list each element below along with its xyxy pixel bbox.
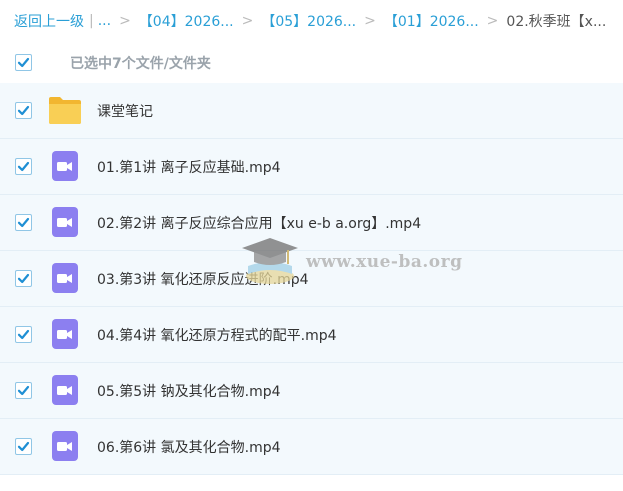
checkmark-icon — [17, 105, 30, 116]
row-checkbox[interactable] — [15, 438, 32, 455]
checkmark-icon — [17, 57, 30, 68]
chevron-right-icon: > — [364, 13, 376, 29]
checkmark-icon — [17, 217, 30, 228]
breadcrumb: 返回上一级 | ... > 【04】2026... > 【05】2026... … — [0, 0, 623, 42]
file-name[interactable]: 06.第6讲 氯及其化合物.mp4 — [97, 437, 281, 457]
checkmark-icon — [17, 385, 30, 396]
selection-count-text: 已选中7个文件/文件夹 — [70, 55, 211, 72]
list-item[interactable]: 课堂笔记 — [0, 83, 623, 139]
breadcrumb-ellipsis[interactable]: ... — [98, 13, 111, 29]
video-file-icon — [48, 149, 82, 183]
list-item[interactable]: 01.第1讲 离子反应基础.mp4 — [0, 139, 623, 195]
row-checkbox[interactable] — [15, 326, 32, 343]
checkmark-icon — [17, 161, 30, 172]
list-item[interactable]: 03.第3讲 氧化还原反应进阶.mp4 — [0, 251, 623, 307]
breadcrumb-item[interactable]: 【01】2026... — [384, 11, 479, 31]
breadcrumb-item[interactable]: 【05】2026... — [261, 11, 356, 31]
checkmark-icon — [17, 441, 30, 452]
list-item[interactable]: 05.第5讲 钠及其化合物.mp4 — [0, 363, 623, 419]
file-list: 课堂笔记 01.第1讲 离子反应基础.mp4 02.第2讲 离子反应综合应用【x… — [0, 83, 623, 475]
video-file-icon — [48, 261, 82, 295]
file-name[interactable]: 04.第4讲 氧化还原方程式的配平.mp4 — [97, 325, 337, 345]
chevron-right-icon: > — [486, 13, 499, 29]
video-file-icon — [48, 317, 82, 351]
row-checkbox[interactable] — [15, 270, 32, 287]
select-all-checkbox[interactable] — [15, 54, 32, 71]
file-name[interactable]: 05.第5讲 钠及其化合物.mp4 — [97, 381, 281, 401]
row-checkbox[interactable] — [15, 382, 32, 399]
breadcrumb-divider: | — [89, 13, 94, 29]
video-file-icon — [48, 205, 82, 239]
back-link[interactable]: 返回上一级 — [14, 11, 84, 31]
breadcrumb-current: 02.秋季班【x... — [506, 14, 607, 30]
video-file-icon — [48, 429, 82, 463]
list-item[interactable]: 02.第2讲 离子反应综合应用【xu e-b a.org】.mp4 — [0, 195, 623, 251]
chevron-right-icon: > — [241, 13, 254, 29]
row-checkbox[interactable] — [15, 102, 32, 119]
row-checkbox[interactable] — [15, 214, 32, 231]
selection-bar: 已选中7个文件/文件夹 — [0, 42, 623, 83]
row-checkbox[interactable] — [15, 158, 32, 175]
folder-icon — [48, 93, 82, 127]
file-name[interactable]: 03.第3讲 氧化还原反应进阶.mp4 — [97, 269, 309, 289]
breadcrumb-item[interactable]: 【04】2026... — [139, 11, 234, 31]
video-file-icon — [48, 373, 82, 407]
file-name[interactable]: 02.第2讲 离子反应综合应用【xu e-b a.org】.mp4 — [97, 213, 421, 233]
list-item[interactable]: 04.第4讲 氧化还原方程式的配平.mp4 — [0, 307, 623, 363]
checkmark-icon — [17, 273, 30, 284]
list-item[interactable]: 06.第6讲 氯及其化合物.mp4 — [0, 419, 623, 475]
chevron-right-icon: > — [119, 13, 131, 29]
checkmark-icon — [17, 329, 30, 340]
file-name[interactable]: 01.第1讲 离子反应基础.mp4 — [97, 157, 281, 177]
file-name[interactable]: 课堂笔记 — [97, 101, 153, 121]
